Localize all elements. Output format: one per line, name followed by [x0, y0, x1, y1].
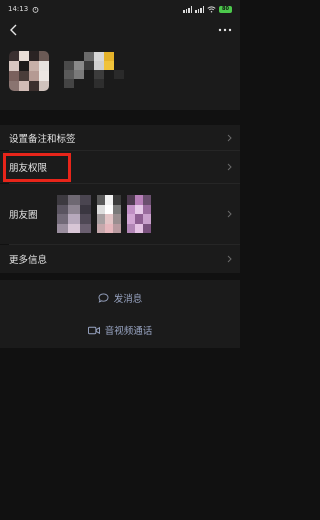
- send-message-label: 发消息: [113, 294, 143, 305]
- more-info-row[interactable]: 更多信息: [0, 245, 240, 273]
- nickname-redacted: [64, 52, 124, 88]
- moments-thumbnail: [127, 195, 151, 233]
- profile-header: [0, 18, 240, 110]
- screen: 14:13 80 设置备注和标签 朋友权限 朋友圈 更多信息 发消息 音视频通话: [0, 0, 240, 520]
- video-call-label: 音视频通话: [104, 326, 153, 337]
- chevron-right-icon: [227, 210, 232, 218]
- status-left: 14:13: [8, 5, 39, 13]
- avatar[interactable]: [9, 51, 49, 91]
- moments-thumbnail: [57, 195, 91, 233]
- chevron-right-icon: [227, 163, 232, 171]
- send-message-button[interactable]: 发消息: [0, 280, 240, 316]
- video-call-button[interactable]: 音视频通话: [0, 312, 240, 348]
- status-time: 14:13: [8, 5, 29, 13]
- status-bar: 14:13 80: [0, 0, 240, 18]
- video-camera-icon: [87, 326, 100, 334]
- signal-icon: [183, 5, 192, 13]
- signal-icon: [195, 5, 204, 13]
- battery-icon: 80: [219, 5, 232, 13]
- chat-bubble-icon: [98, 293, 109, 303]
- empty-area: [0, 348, 240, 520]
- remark-and-tags-label: 设置备注和标签: [9, 133, 76, 145]
- moments-thumbnail: [97, 195, 121, 233]
- alarm-icon: [32, 6, 39, 13]
- chevron-right-icon: [227, 134, 232, 141]
- chevron-right-icon: [227, 255, 232, 263]
- chevron-left-icon[interactable]: [8, 24, 20, 36]
- status-right: 80: [183, 5, 232, 13]
- more-dots-icon[interactable]: [218, 27, 232, 33]
- moments-thumbnails: [57, 195, 151, 233]
- moments-label: 朋友圈: [9, 210, 38, 221]
- remark-and-tags-row[interactable]: 设置备注和标签: [0, 125, 240, 150]
- highlight-box: [3, 153, 71, 182]
- more-info-label: 更多信息: [9, 255, 48, 266]
- wifi-icon: [207, 5, 216, 12]
